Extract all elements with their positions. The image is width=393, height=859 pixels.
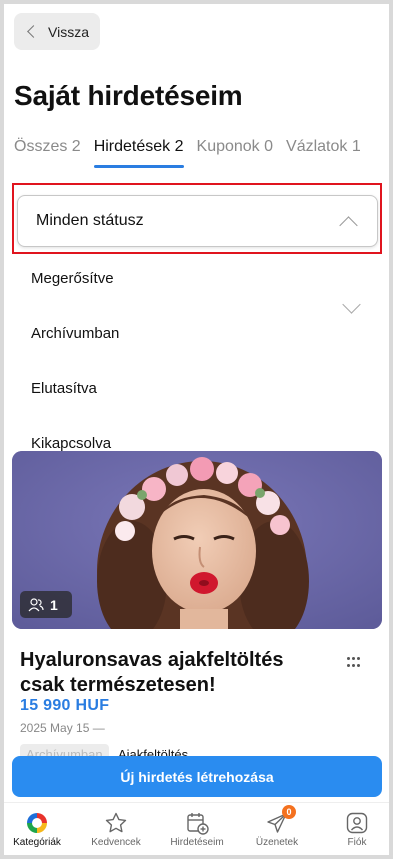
photo-count-badge: 1 [20, 591, 72, 618]
listing-title[interactable]: Hyaluronsavas ajakfeltöltés csak termész… [20, 648, 320, 698]
chevron-left-icon [27, 25, 40, 38]
nav-label-my-listings: Hirdetéseim [170, 837, 224, 848]
tab-ads[interactable]: Hirdetések 2 [93, 138, 184, 168]
nav-label-account: Fiók [347, 837, 367, 848]
app-screen: Vissza Saját hirdetéseim Összes 2 Hirdet… [4, 4, 389, 855]
tab-bar: Összes 2 Hirdetések 2 Kuponok 0 Vázlatok… [14, 138, 361, 168]
nav-categories[interactable]: Kategóriák [4, 811, 72, 848]
status-option-confirmed[interactable]: Megerősítve [31, 270, 114, 287]
bottom-nav: Kategóriák Kedvencek Hirdetéseim 0 Üzene… [4, 802, 389, 855]
category-logo-icon [27, 813, 47, 833]
nav-my-listings[interactable]: Hirdetéseim [162, 811, 232, 848]
tab-coupons[interactable]: Kuponok 0 [197, 138, 274, 168]
status-filter-value: Minden státusz [36, 212, 144, 229]
photo-count: 1 [50, 596, 58, 613]
nav-messages[interactable]: 0 Üzenetek [242, 805, 312, 848]
more-options-icon[interactable] [347, 657, 361, 669]
star-icon [105, 812, 127, 833]
status-option-disabled[interactable]: Kikapcsolva [31, 435, 111, 452]
nav-label-messages: Üzenetek [255, 837, 299, 848]
tab-drafts[interactable]: Vázlatok 1 [286, 138, 361, 168]
page-title: Saját hirdetéseim [14, 80, 243, 111]
back-button[interactable]: Vissza [14, 13, 100, 50]
status-filter-dropdown[interactable]: Minden státusz [17, 195, 378, 247]
status-option-archived[interactable]: Archívumban [31, 325, 119, 342]
nav-label-favorites: Kedvencek [91, 837, 141, 848]
chevron-down-icon [342, 295, 361, 314]
messages-count-badge: 0 [282, 805, 296, 819]
create-listing-button[interactable]: Új hirdetés létrehozása [12, 756, 382, 797]
nav-favorites[interactable]: Kedvencek [81, 811, 151, 848]
status-option-rejected[interactable]: Elutasítva [31, 380, 97, 397]
back-label: Vissza [48, 23, 89, 40]
nav-label-categories: Kategóriák [13, 837, 61, 848]
user-icon [346, 812, 368, 834]
people-icon [28, 598, 44, 612]
nav-account[interactable]: Fiók [322, 811, 389, 848]
chevron-up-icon [339, 215, 358, 235]
tab-all[interactable]: Összes 2 [14, 138, 81, 168]
messages-icon-wrap: 0 [265, 805, 296, 835]
listing-date: 2025 May 15 — [20, 721, 105, 735]
calendar-add-icon [187, 813, 209, 835]
listing-price: 15 990 HUF [20, 697, 110, 714]
